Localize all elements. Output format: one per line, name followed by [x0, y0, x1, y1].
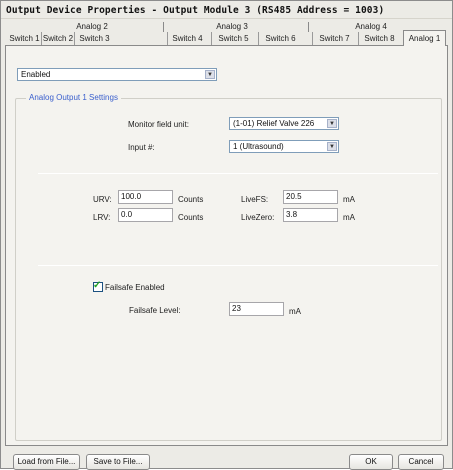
urv-unit: Counts: [178, 195, 204, 204]
tab-switch-2[interactable]: Switch 2: [41, 32, 74, 45]
chevron-down-icon[interactable]: ▼: [205, 70, 215, 79]
input-number-select[interactable]: 1 (Ultrasound) ▼: [229, 140, 339, 153]
window-title: Output Device Properties - Output Module…: [1, 1, 452, 19]
failsafe-level-input[interactable]: 23: [229, 302, 284, 316]
lrv-label: LRV:: [93, 213, 111, 222]
live-fs-unit: mA: [343, 195, 355, 204]
checkmark-icon: ✓: [93, 280, 102, 291]
group-title: Analog Output 1 Settings: [26, 93, 121, 102]
lrv-input[interactable]: 0.0: [118, 208, 173, 222]
live-zero-label: LiveZero:: [241, 213, 275, 222]
input-number-label: Input #:: [128, 143, 155, 152]
lrv-unit: Counts: [178, 213, 204, 222]
failsafe-level-unit: mA: [289, 307, 301, 316]
tab-group-analog-4[interactable]: Analog 4: [346, 22, 396, 31]
save-to-file-button[interactable]: Save to File...: [86, 454, 150, 470]
monitor-field-unit-label: Monitor field unit:: [128, 120, 189, 129]
tab-group-analog-2[interactable]: Analog 2: [67, 22, 117, 31]
chevron-down-icon[interactable]: ▼: [327, 142, 337, 151]
tab-group-analog-3[interactable]: Analog 3: [207, 22, 257, 31]
load-from-file-button[interactable]: Load from File...: [13, 454, 80, 470]
tab-switch-3[interactable]: Switch 3: [74, 32, 114, 45]
tab-analog-1[interactable]: Analog 1: [403, 30, 446, 46]
input-number-value: 1 (Ultrasound): [233, 142, 284, 151]
monitor-field-unit-select[interactable]: (1-01) Relief Valve 226 ▼: [229, 117, 339, 130]
tab-group-divider: [308, 22, 309, 32]
live-fs-input[interactable]: 20.5: [283, 190, 338, 204]
tab-switch-5[interactable]: Switch 5: [211, 32, 255, 45]
live-zero-unit: mA: [343, 213, 355, 222]
tab-switch-1[interactable]: Switch 1: [8, 32, 41, 45]
enabled-select-value: Enabled: [21, 70, 51, 79]
tab-group-divider: [163, 22, 164, 32]
cancel-button[interactable]: Cancel: [398, 454, 444, 470]
failsafe-enabled-label: Failsafe Enabled: [105, 283, 165, 292]
divider: [38, 265, 438, 266]
failsafe-level-label: Failsafe Level:: [129, 306, 181, 315]
divider: [38, 173, 438, 174]
urv-input[interactable]: 100.0: [118, 190, 173, 204]
tab-switch-4[interactable]: Switch 4: [167, 32, 207, 45]
tab-switch-8[interactable]: Switch 8: [358, 32, 400, 45]
tab-switch-7[interactable]: Switch 7: [312, 32, 356, 45]
ok-button[interactable]: OK: [349, 454, 393, 470]
tab-switch-6[interactable]: Switch 6: [258, 32, 302, 45]
enabled-select[interactable]: Enabled ▼: [17, 68, 217, 81]
urv-label: URV:: [93, 195, 112, 204]
failsafe-enabled-checkbox[interactable]: ✓: [93, 280, 103, 292]
chevron-down-icon[interactable]: ▼: [327, 119, 337, 128]
live-zero-input[interactable]: 3.8: [283, 208, 338, 222]
live-fs-label: LiveFS:: [241, 195, 269, 204]
monitor-field-unit-value: (1-01) Relief Valve 226: [233, 119, 315, 128]
output-device-properties-dialog: Output Device Properties - Output Module…: [0, 0, 453, 470]
